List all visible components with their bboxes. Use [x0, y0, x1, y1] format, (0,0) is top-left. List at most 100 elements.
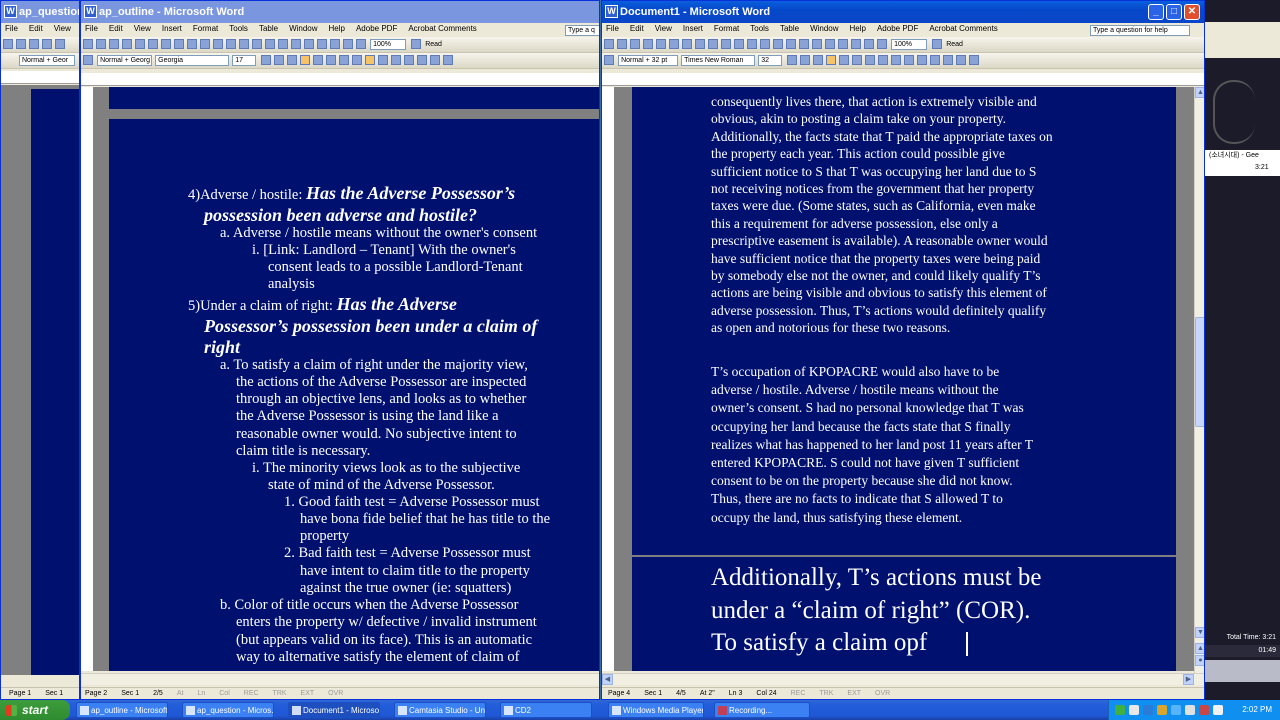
- task-windows-media-player[interactable]: Windows Media Player: [608, 702, 704, 718]
- scroll-left-arrow[interactable]: ◀: [602, 674, 613, 685]
- font-size-combo[interactable]: 17: [232, 55, 257, 66]
- messenger-icon[interactable]: [1171, 705, 1181, 715]
- print-icon[interactable]: [135, 39, 145, 49]
- doc-map-icon[interactable]: [864, 39, 874, 49]
- hyperlink-icon[interactable]: [786, 39, 796, 49]
- show-hide-icon[interactable]: [877, 39, 887, 49]
- highlight-icon[interactable]: [956, 55, 967, 65]
- ap-outline-titlebar[interactable]: W ap_outline - Microsoft Word: [81, 1, 599, 23]
- camtasia-tray-icon[interactable]: [1199, 705, 1209, 715]
- style-combo[interactable]: Normal + Georg: [97, 55, 153, 66]
- align-right-icon[interactable]: [852, 55, 863, 65]
- menu-adobe-pdf[interactable]: Adobe PDF: [877, 24, 918, 33]
- print-icon[interactable]: [42, 39, 52, 49]
- menu-help[interactable]: Help: [329, 24, 345, 33]
- security-icon[interactable]: [1157, 705, 1167, 715]
- menu-view[interactable]: View: [54, 24, 71, 33]
- numbering-icon[interactable]: [891, 55, 902, 65]
- save-icon[interactable]: [29, 39, 39, 49]
- read-button[interactable]: Read: [946, 41, 963, 48]
- zoom-combo[interactable]: 100%: [891, 39, 928, 50]
- task-cd2[interactable]: CD2: [500, 702, 592, 718]
- task-ap-question[interactable]: ap_question - Micros...: [182, 702, 274, 718]
- font-combo[interactable]: Times New Roman: [681, 55, 756, 66]
- network-icon[interactable]: [1115, 705, 1125, 715]
- tables-icon[interactable]: [799, 39, 809, 49]
- scroll-up-arrow[interactable]: ▲: [1195, 87, 1204, 98]
- decrease-indent-icon[interactable]: [917, 55, 928, 65]
- align-left-icon[interactable]: [826, 55, 837, 65]
- hyperlink-icon[interactable]: [265, 39, 275, 49]
- style-combo[interactable]: Normal + Geor: [19, 55, 75, 66]
- paste-icon[interactable]: [213, 39, 223, 49]
- horizontal-ruler[interactable]: [81, 73, 599, 86]
- italic-icon[interactable]: [800, 55, 811, 65]
- help-icon[interactable]: [932, 39, 943, 49]
- menu-file[interactable]: File: [85, 24, 98, 33]
- help-search-input[interactable]: Type a question for help: [1090, 25, 1190, 36]
- document1-titlebar[interactable]: W Document1 - Microsoft Word _ □ ✕: [602, 1, 1204, 23]
- copy-icon[interactable]: [721, 39, 731, 49]
- redo-icon[interactable]: [252, 39, 262, 49]
- maximize-button[interactable]: □: [1166, 4, 1182, 20]
- new-icon[interactable]: [83, 39, 93, 49]
- bullets-icon[interactable]: [378, 55, 389, 65]
- save-icon[interactable]: [109, 39, 119, 49]
- format-painter-icon[interactable]: [747, 39, 757, 49]
- menu-adobe-pdf[interactable]: Adobe PDF: [356, 24, 397, 33]
- increase-indent-icon[interactable]: [404, 55, 415, 65]
- insert-table-icon[interactable]: [291, 39, 301, 49]
- task-document1[interactable]: Document1 - Microsof...: [288, 702, 380, 718]
- undo-icon[interactable]: [760, 39, 770, 49]
- drawing-icon[interactable]: [851, 39, 861, 49]
- menu-file[interactable]: File: [606, 24, 619, 33]
- menu-edit[interactable]: Edit: [29, 24, 43, 33]
- italic-icon[interactable]: [274, 55, 285, 65]
- preview-icon[interactable]: [669, 39, 679, 49]
- clock[interactable]: 2:02 PM: [1242, 700, 1272, 720]
- volume-icon[interactable]: [1129, 705, 1139, 715]
- menu-acrobat-comments[interactable]: Acrobat Comments: [408, 24, 476, 33]
- spelling-icon[interactable]: [161, 39, 171, 49]
- scroll-down-arrow[interactable]: ▼: [1195, 627, 1204, 638]
- font-size-combo[interactable]: 32: [758, 55, 783, 66]
- menu-acrobat-comments[interactable]: Acrobat Comments: [929, 24, 997, 33]
- open-icon[interactable]: [96, 39, 106, 49]
- style-combo[interactable]: Normal + 32 pt: [618, 55, 679, 66]
- minimize-button[interactable]: _: [1148, 4, 1164, 20]
- bold-icon[interactable]: [787, 55, 798, 65]
- menu-window[interactable]: Window: [289, 24, 317, 33]
- scroll-right-arrow[interactable]: ▶: [1183, 674, 1194, 685]
- center-icon[interactable]: [313, 55, 324, 65]
- print-icon[interactable]: [656, 39, 666, 49]
- doc-map-icon[interactable]: [343, 39, 353, 49]
- decrease-indent-icon[interactable]: [391, 55, 402, 65]
- vertical-scrollbar[interactable]: ▲ ▼ ▲ ●: [1194, 87, 1204, 673]
- justify-icon[interactable]: [865, 55, 876, 65]
- horizontal-ruler[interactable]: [602, 73, 1204, 86]
- justify-icon[interactable]: [339, 55, 350, 65]
- permission-icon[interactable]: [122, 39, 132, 49]
- ap-question-titlebar[interactable]: W ap_question: [1, 1, 79, 23]
- undo-icon[interactable]: [239, 39, 249, 49]
- cut-icon[interactable]: [708, 39, 718, 49]
- underline-icon[interactable]: [813, 55, 824, 65]
- menu-insert[interactable]: Insert: [162, 24, 182, 33]
- research-icon[interactable]: [695, 39, 705, 49]
- browse-object-button[interactable]: ●: [1195, 655, 1204, 666]
- help-search-input[interactable]: Type a q: [565, 25, 599, 36]
- font-color-icon[interactable]: [969, 55, 980, 65]
- center-icon[interactable]: [839, 55, 850, 65]
- insert-table-icon[interactable]: [812, 39, 822, 49]
- paste-icon[interactable]: [734, 39, 744, 49]
- line-spacing-icon[interactable]: [352, 55, 363, 65]
- align-left-icon[interactable]: [300, 55, 311, 65]
- bold-icon[interactable]: [261, 55, 272, 65]
- styles-pane-icon[interactable]: [604, 55, 614, 65]
- menu-view[interactable]: View: [134, 24, 151, 33]
- drawing-icon[interactable]: [330, 39, 340, 49]
- underline-icon[interactable]: [287, 55, 298, 65]
- menu-tools[interactable]: Tools: [750, 24, 769, 33]
- horizontal-scrollbar[interactable]: [81, 673, 599, 685]
- new-icon[interactable]: [3, 39, 13, 49]
